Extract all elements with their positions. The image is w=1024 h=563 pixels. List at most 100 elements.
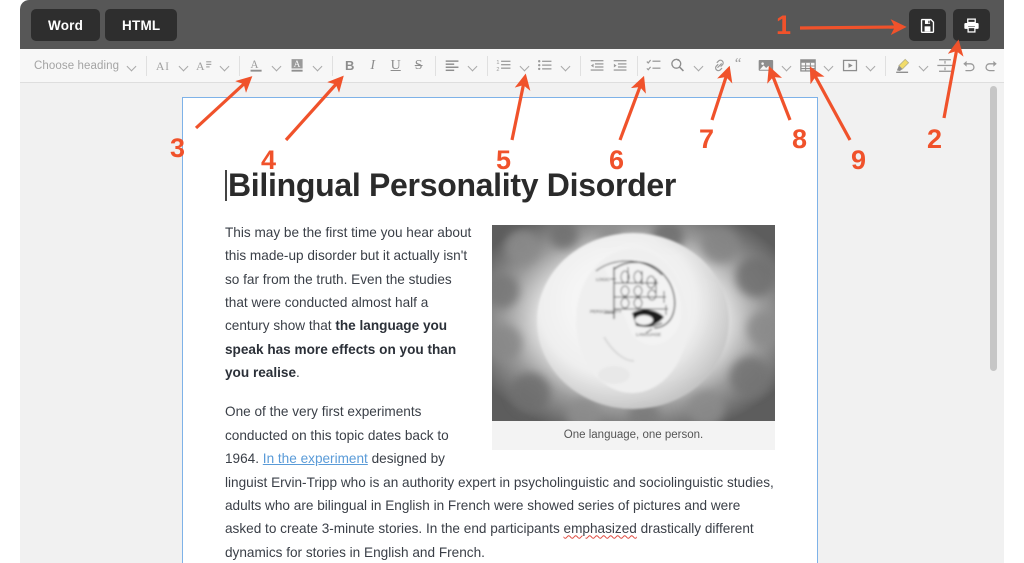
page-title[interactable]: Bilingual Personality Disorder xyxy=(225,167,775,204)
redo-button[interactable] xyxy=(980,53,1003,79)
paragraph-1-run-3: . xyxy=(296,365,300,381)
highlight-color-icon: A xyxy=(286,53,309,79)
bulleted-list-button[interactable] xyxy=(534,53,575,79)
todo-list-icon xyxy=(646,57,663,74)
figure-caption: One language, one person. xyxy=(492,420,775,450)
numbered-list-button[interactable]: 12 xyxy=(493,53,534,79)
find-replace-button[interactable] xyxy=(666,53,708,79)
svg-text:“: “ xyxy=(735,57,741,72)
toolbar-divider xyxy=(487,55,489,76)
undo-button[interactable] xyxy=(957,53,980,79)
chevron-down-icon xyxy=(271,60,283,72)
image-button[interactable] xyxy=(754,53,796,79)
chevron-down-icon xyxy=(823,60,835,72)
text-cursor xyxy=(225,170,227,201)
editor-canvas[interactable]: Bilingual Personality Disorder LOGIC PER… xyxy=(20,83,1004,563)
link-button[interactable] xyxy=(708,53,731,79)
undo-icon xyxy=(960,57,977,74)
highlight-color-button[interactable]: A xyxy=(286,53,327,79)
svg-text:A: A xyxy=(251,59,259,71)
vertical-scrollbar[interactable] xyxy=(987,83,999,563)
svg-text:1: 1 xyxy=(497,60,500,66)
chevron-down-icon xyxy=(918,60,930,72)
chevron-down-icon xyxy=(219,60,231,72)
toolbar-divider xyxy=(580,55,582,76)
chevron-down-icon xyxy=(781,60,793,72)
heading-select[interactable]: Choose heading xyxy=(24,53,141,79)
print-icon xyxy=(963,17,980,34)
save-button[interactable] xyxy=(909,9,946,41)
outdent-button[interactable] xyxy=(586,53,609,79)
table-icon xyxy=(796,53,820,79)
scrollbar-thumb[interactable] xyxy=(990,86,997,371)
find-replace-icon xyxy=(666,53,690,79)
chevron-down-icon xyxy=(693,60,705,72)
toolbar-divider xyxy=(885,55,887,76)
chevron-down-icon xyxy=(312,60,324,72)
outdent-icon xyxy=(589,57,606,74)
svg-text:A: A xyxy=(294,60,301,70)
table-button[interactable] xyxy=(796,53,838,79)
svg-text:A: A xyxy=(196,59,205,73)
toolbar-divider xyxy=(637,55,639,76)
font-size-button[interactable]: A xyxy=(193,53,234,79)
svg-text:A: A xyxy=(156,59,165,73)
chevron-down-icon xyxy=(126,60,138,72)
editor-application: Word HTML Choose heading A I A A A B I U… xyxy=(20,0,1004,563)
svg-text:I: I xyxy=(165,61,169,73)
toolbar-divider xyxy=(239,55,241,76)
font-family-button[interactable]: AI xyxy=(152,53,193,79)
marker-button[interactable] xyxy=(891,53,933,79)
heading-select-label: Choose heading xyxy=(34,59,120,72)
print-button[interactable] xyxy=(953,9,990,41)
document-content[interactable]: Bilingual Personality Disorder LOGIC PER… xyxy=(183,98,817,563)
image-icon xyxy=(754,53,778,79)
underline-icon: U xyxy=(390,57,401,73)
page-break-icon xyxy=(936,57,954,74)
chevron-down-icon xyxy=(560,60,572,72)
app-header: Word HTML xyxy=(20,0,1004,49)
font-size-icon: A xyxy=(193,53,216,79)
header-actions xyxy=(909,9,990,41)
misspelled-word: emphasized xyxy=(563,521,637,537)
bold-icon: B xyxy=(344,58,355,73)
figure-image[interactable]: LOGIC PERSONALITY LANGUAGE xyxy=(492,224,775,421)
chevron-down-icon xyxy=(519,60,531,72)
italic-button[interactable]: I xyxy=(361,53,384,79)
bulleted-list-icon xyxy=(534,53,557,79)
chevron-down-icon xyxy=(467,60,479,72)
screenshot-root: Word HTML Choose heading A I A A A B I U… xyxy=(0,0,1024,563)
svg-text:LANGUAGE: LANGUAGE xyxy=(636,332,661,337)
svg-text:2: 2 xyxy=(497,67,500,73)
text-color-button[interactable]: A xyxy=(245,53,286,79)
tab-html[interactable]: HTML xyxy=(105,9,178,41)
link-icon xyxy=(711,57,728,74)
text-color-icon: A xyxy=(245,53,268,79)
page-break-button[interactable] xyxy=(933,53,957,79)
todo-list-button[interactable] xyxy=(643,53,666,79)
chevron-down-icon xyxy=(865,60,877,72)
tab-word[interactable]: Word xyxy=(31,9,101,41)
document-figure[interactable]: LOGIC PERSONALITY LANGUAGE One language,… xyxy=(492,224,775,450)
toolbar-divider xyxy=(146,55,148,76)
media-button[interactable] xyxy=(838,53,880,79)
blockquote-button[interactable]: “ xyxy=(731,53,754,79)
formatting-toolbar: Choose heading AI A A A B I U S 1 2 “ xyxy=(20,49,1004,83)
indent-icon xyxy=(612,57,629,74)
strikethrough-icon: S xyxy=(414,57,423,73)
toolbar-divider xyxy=(435,55,437,76)
in-the-experiment-link[interactable]: In the experiment xyxy=(263,451,368,466)
document-page[interactable]: Bilingual Personality Disorder LOGIC PER… xyxy=(182,97,818,563)
numbered-list-icon: 12 xyxy=(493,53,516,79)
marker-icon xyxy=(891,53,915,79)
page-title-text: Bilingual Personality Disorder xyxy=(228,167,677,203)
svg-text:LOGIC: LOGIC xyxy=(596,277,611,282)
underline-button[interactable]: U xyxy=(384,53,407,79)
indent-button[interactable] xyxy=(609,53,632,79)
document-body: LOGIC PERSONALITY LANGUAGE One language,… xyxy=(225,221,775,563)
bold-button[interactable]: B xyxy=(338,53,361,79)
strikethrough-button[interactable]: S xyxy=(407,53,430,79)
align-button[interactable] xyxy=(441,53,482,79)
toolbar-divider xyxy=(332,55,334,76)
quote-icon: “ xyxy=(734,57,751,74)
